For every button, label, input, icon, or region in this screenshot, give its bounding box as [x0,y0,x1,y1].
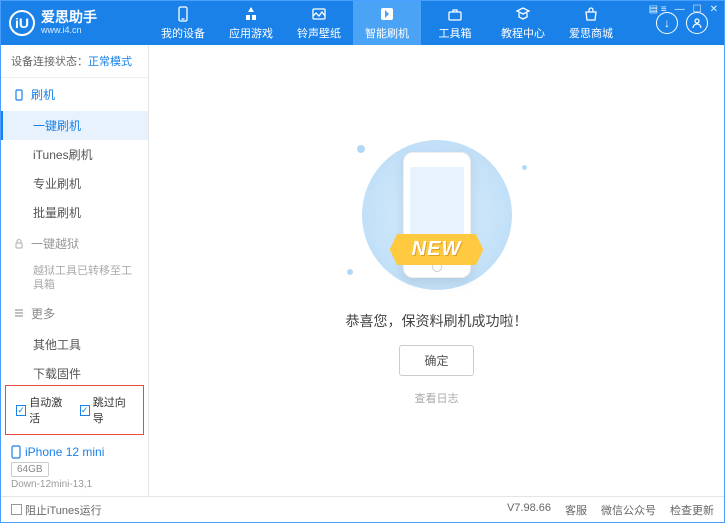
sidebar-group-more[interactable]: 更多 [1,297,148,330]
success-illustration: NEW [337,135,537,295]
store-icon [582,5,600,23]
sidebar-group-jailbreak: 一键越狱 [1,227,148,260]
window-controls: ▤ ≡ — ☐ ✕ [649,4,718,15]
logo-icon: iU [9,10,35,36]
footer: ✓ 阻止iTunes运行 V7.98.66 客服 微信公众号 检查更新 [1,496,724,522]
header: ▤ ≡ — ☐ ✕ iU 爱思助手 www.i4.cn 我的设备 应用游 [1,1,724,45]
view-log-link[interactable]: 查看日志 [415,390,459,406]
jailbreak-note: 越狱工具已转移至工具箱 [1,260,148,297]
menu-icon[interactable]: ▤ ≡ [649,4,667,15]
check-icon: ✓ [80,405,90,416]
sidebar-item-other[interactable]: 其他工具 [1,330,148,359]
device-name[interactable]: iPhone 12 mini [11,445,138,459]
main-nav: 我的设备 应用游戏 铃声壁纸 智能刷机 工具箱 [149,1,656,45]
device-info: iPhone 12 mini 64GB Down-12mini-13,1 [1,439,148,496]
logo: iU 爱思助手 www.i4.cn [9,10,149,36]
check-icon: ✓ [16,405,26,416]
footer-right: V7.98.66 客服 微信公众号 检查更新 [507,502,714,518]
option-checkboxes: ✓ 自动激活 ✓ 跳过向导 [5,385,144,435]
phone-icon [11,445,21,459]
minimize-icon[interactable]: — [675,4,685,15]
nav-apps[interactable]: 应用游戏 [217,1,285,45]
nav-my-device[interactable]: 我的设备 [149,1,217,45]
nav-toolbox[interactable]: 工具箱 [421,1,489,45]
sidebar-item-firmware[interactable]: 下载固件 [1,359,148,381]
sidebar-group-flash[interactable]: 刷机 [1,78,148,111]
wechat-link[interactable]: 微信公众号 [601,502,656,518]
header-right: ↓ [656,12,716,34]
lock-icon [13,238,25,250]
apps-icon [242,5,260,23]
user-icon[interactable] [686,12,708,34]
phone-icon [13,89,25,101]
wallpaper-icon [310,5,328,23]
nav-ringtone[interactable]: 铃声壁纸 [285,1,353,45]
sidebar-item-oneclick[interactable]: 一键刷机 [1,111,148,140]
service-link[interactable]: 客服 [565,502,587,518]
flash-icon [378,5,396,23]
connection-status: 设备连接状态：正常模式 [1,45,148,78]
new-ribbon: NEW [390,234,484,265]
toolbox-icon [446,5,464,23]
app-window: ▤ ≡ — ☐ ✕ iU 爱思助手 www.i4.cn 我的设备 应用游 [0,0,725,523]
sidebar-item-pro[interactable]: 专业刷机 [1,169,148,198]
download-icon[interactable]: ↓ [656,12,678,34]
checkbox-block-itunes[interactable]: ✓ 阻止iTunes运行 [11,502,102,518]
main-content: NEW 恭喜您，保资料刷机成功啦！ 确定 查看日志 [149,45,724,496]
maximize-icon[interactable]: ☐ [693,4,702,15]
version-label: V7.98.66 [507,502,551,518]
list-icon [13,307,25,319]
app-url: www.i4.cn [41,26,97,36]
checkbox-auto-activate[interactable]: ✓ 自动激活 [16,394,70,426]
close-icon[interactable]: ✕ [710,4,718,15]
sidebar: 设备连接状态：正常模式 刷机 一键刷机 iTunes刷机 专业刷机 批量刷机 一… [1,45,149,496]
nav-flash[interactable]: 智能刷机 [353,1,421,45]
phone-icon [174,5,192,23]
sidebar-item-batch[interactable]: 批量刷机 [1,198,148,227]
update-link[interactable]: 检查更新 [670,502,714,518]
storage-badge: 64GB [11,462,49,477]
checkbox-skip-guide[interactable]: ✓ 跳过向导 [80,394,134,426]
nav-tutorial[interactable]: 教程中心 [489,1,557,45]
body: 设备连接状态：正常模式 刷机 一键刷机 iTunes刷机 专业刷机 批量刷机 一… [1,45,724,496]
checkbox-icon: ✓ [11,504,22,515]
tutorial-icon [514,5,532,23]
success-message: 恭喜您，保资料刷机成功啦！ [346,311,528,331]
nav-store[interactable]: 爱思商城 [557,1,625,45]
sidebar-item-itunes[interactable]: iTunes刷机 [1,140,148,169]
ok-button[interactable]: 确定 [399,345,473,376]
device-model: Down-12mini-13,1 [11,479,138,490]
app-name: 爱思助手 [41,10,97,25]
